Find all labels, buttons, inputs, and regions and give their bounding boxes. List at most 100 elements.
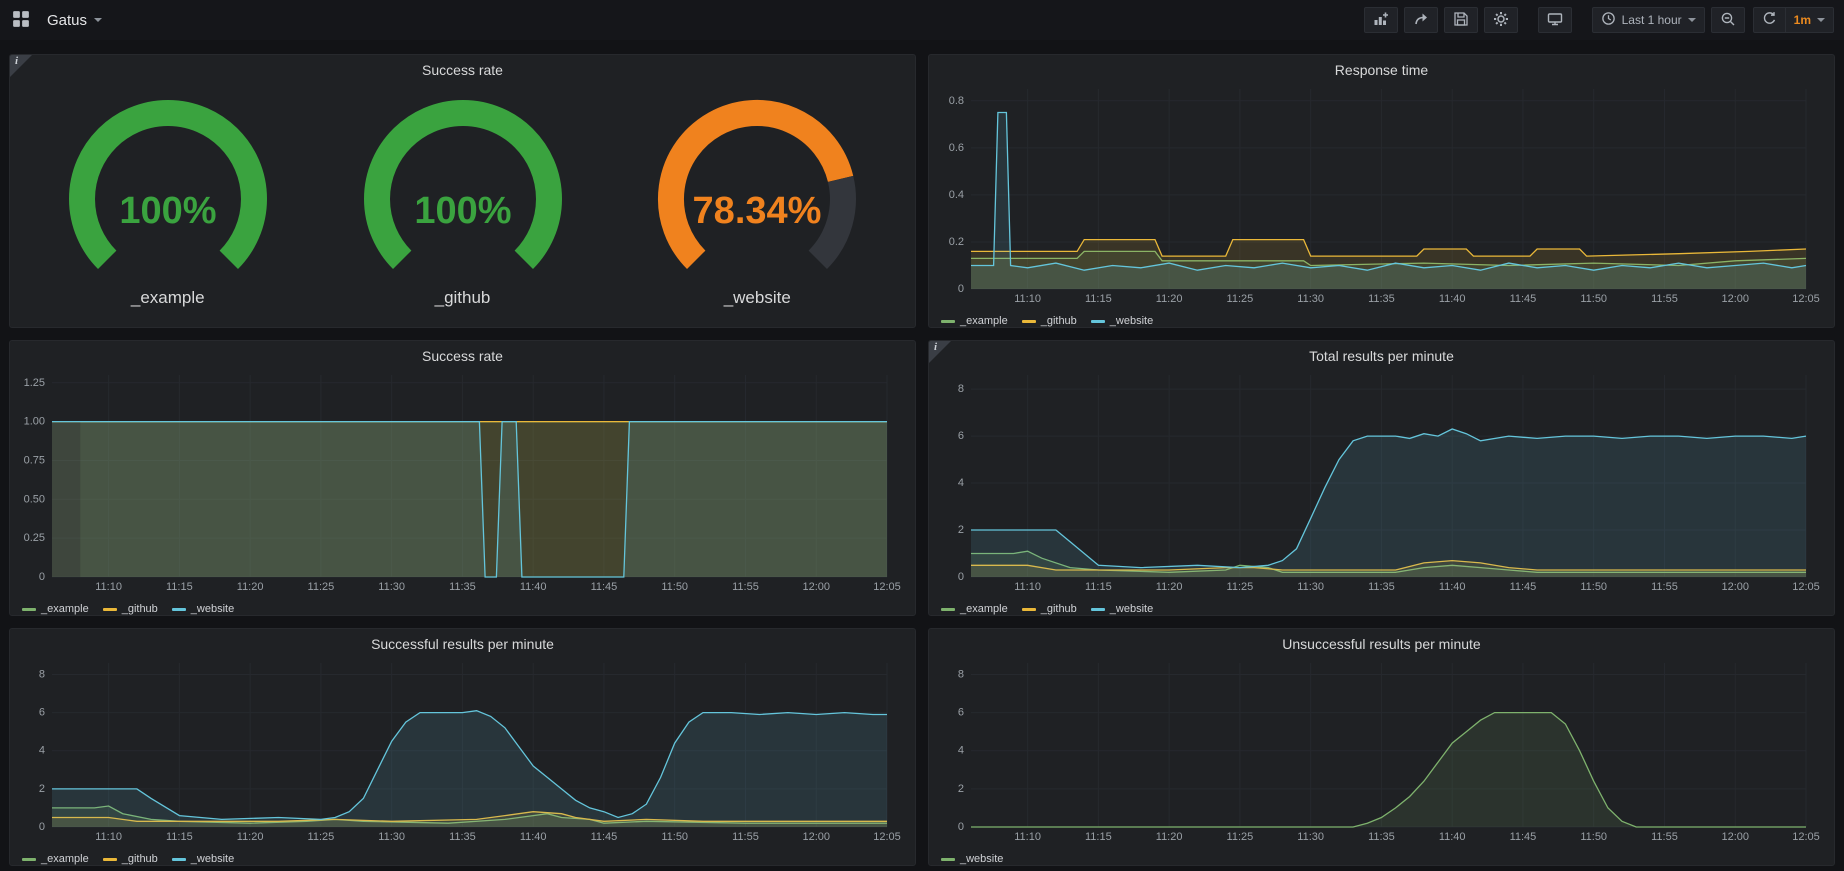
svg-text:11:10: 11:10 [95, 831, 122, 843]
panel-title[interactable]: Response time [929, 55, 1834, 81]
svg-text:11:50: 11:50 [1580, 831, 1607, 843]
panel-response-time: Response time 00.20.40.60.811:1011:1511:… [928, 54, 1835, 328]
svg-text:11:35: 11:35 [1368, 293, 1395, 305]
svg-text:11:15: 11:15 [166, 831, 193, 843]
svg-text:11:25: 11:25 [308, 581, 335, 593]
add-panel-icon [1373, 11, 1389, 30]
svg-text:11:55: 11:55 [732, 831, 759, 843]
settings-button[interactable] [1484, 7, 1518, 33]
svg-text:11:30: 11:30 [378, 581, 405, 593]
chart-legend: _example _github _website [18, 850, 907, 866]
legend-item-_example[interactable]: _example [22, 603, 89, 615]
dashboard-title: Gatus [47, 12, 87, 29]
svg-text:0.6: 0.6 [949, 142, 964, 154]
refresh-button[interactable] [1753, 7, 1786, 33]
svg-text:11:25: 11:25 [1227, 581, 1254, 593]
svg-text:11:30: 11:30 [1297, 293, 1324, 305]
svg-text:11:55: 11:55 [1651, 831, 1678, 843]
legend-item-_example[interactable]: _example [22, 853, 89, 865]
panel-body: 00.250.500.751.001.2511:1011:1511:2011:2… [10, 367, 915, 615]
svg-text:11:45: 11:45 [591, 831, 618, 843]
legend-marker-icon [941, 858, 955, 861]
panel-title[interactable]: Total results per minute [929, 341, 1834, 367]
gauge-label: _website [612, 288, 902, 308]
navbar-right: Last 1 hour 1m [1364, 7, 1834, 33]
svg-text:6: 6 [958, 707, 964, 719]
zoom-out-button[interactable] [1711, 7, 1745, 33]
legend-label: _website [191, 603, 234, 615]
svg-text:11:10: 11:10 [1014, 581, 1041, 593]
panel-info-icon[interactable]: i [929, 341, 951, 363]
refresh-interval-button[interactable]: 1m [1786, 7, 1834, 33]
svg-text:11:30: 11:30 [378, 831, 405, 843]
panel-info-icon[interactable]: i [10, 55, 32, 77]
panel-title[interactable]: Unsuccessful results per minute [929, 629, 1834, 655]
chart-legend: _website [937, 850, 1826, 866]
svg-text:1.00: 1.00 [24, 416, 45, 428]
panel-body: 00.20.40.60.811:1011:1511:2011:2511:3011… [929, 81, 1834, 327]
legend-item-_website[interactable]: _website [1091, 603, 1153, 615]
svg-text:11:35: 11:35 [449, 831, 476, 843]
panel-title[interactable]: Successful results per minute [10, 629, 915, 655]
legend-label: _website [960, 853, 1003, 865]
panel-body: 0246811:1011:1511:2011:2511:3011:3511:40… [929, 367, 1834, 615]
svg-text:11:40: 11:40 [1439, 831, 1466, 843]
legend-item-_github[interactable]: _github [103, 853, 158, 865]
legend-item-_github[interactable]: _github [1022, 315, 1077, 327]
svg-text:11:40: 11:40 [1439, 293, 1466, 305]
panel-title[interactable]: Success rate [10, 341, 915, 367]
chart-legend: _example _github _website [18, 600, 907, 616]
dashboards-menu-button[interactable] [10, 6, 32, 35]
svg-text:12:05: 12:05 [873, 581, 901, 593]
svg-text:11:20: 11:20 [1156, 293, 1183, 305]
legend-label: _example [960, 603, 1008, 615]
panel-body: 0246811:1011:1511:2011:2511:3011:3511:40… [10, 655, 915, 865]
svg-text:12:00: 12:00 [802, 581, 830, 593]
grid-lines [971, 663, 1806, 827]
share-button[interactable] [1404, 7, 1438, 33]
save-icon [1453, 11, 1469, 30]
svg-text:11:20: 11:20 [1156, 581, 1183, 593]
gauges-row: 100%_example100%_github78.34%_website [18, 81, 907, 325]
chart-plot[interactable]: 00.250.500.751.001.2511:1011:1511:2011:2… [18, 367, 907, 595]
legend-item-_example[interactable]: _example [941, 603, 1008, 615]
legend-item-_example[interactable]: _example [941, 315, 1008, 327]
svg-text:11:10: 11:10 [95, 581, 122, 593]
save-button[interactable] [1444, 7, 1478, 33]
time-range-button[interactable]: Last 1 hour [1592, 7, 1705, 33]
caret-down-icon [1817, 18, 1825, 22]
series-_website [52, 422, 887, 577]
gauge-label: _github [318, 288, 608, 308]
navbar: Gatus [0, 0, 1844, 40]
chart-plot[interactable]: 0246811:1011:1511:2011:2511:3011:3511:40… [937, 655, 1826, 845]
legend-marker-icon [172, 858, 186, 861]
legend-item-_github[interactable]: _github [1022, 603, 1077, 615]
svg-text:6: 6 [958, 430, 964, 442]
svg-text:8: 8 [958, 668, 964, 680]
legend-item-_website[interactable]: _website [1091, 315, 1153, 327]
legend-item-_github[interactable]: _github [103, 603, 158, 615]
panel-title[interactable]: Success rate [10, 55, 915, 81]
svg-text:11:35: 11:35 [1368, 831, 1395, 843]
svg-text:4: 4 [39, 745, 45, 757]
chart-plot[interactable]: 0246811:1011:1511:2011:2511:3011:3511:40… [18, 655, 907, 845]
legend-item-_website[interactable]: _website [172, 603, 234, 615]
svg-text:12:05: 12:05 [1792, 581, 1820, 593]
series-_website [52, 711, 887, 827]
svg-text:11:25: 11:25 [1227, 293, 1254, 305]
chart-plot[interactable]: 00.20.40.60.811:1011:1511:2011:2511:3011… [937, 81, 1826, 307]
legend-item-_website[interactable]: _website [941, 853, 1003, 865]
svg-text:12:05: 12:05 [873, 831, 901, 843]
svg-text:12:00: 12:00 [1721, 831, 1749, 843]
legend-marker-icon [22, 608, 36, 611]
svg-text:11:50: 11:50 [1580, 581, 1607, 593]
chart-plot[interactable]: 0246811:1011:1511:2011:2511:3011:3511:40… [937, 367, 1826, 595]
svg-text:12:00: 12:00 [802, 831, 830, 843]
chart-legend: _example _github _website [937, 312, 1826, 328]
svg-text:11:55: 11:55 [1651, 581, 1678, 593]
svg-text:12:00: 12:00 [1721, 293, 1749, 305]
tv-mode-button[interactable] [1538, 7, 1572, 33]
dashboard-title-button[interactable]: Gatus [41, 8, 108, 33]
add-panel-button[interactable] [1364, 7, 1398, 33]
legend-item-_website[interactable]: _website [172, 853, 234, 865]
